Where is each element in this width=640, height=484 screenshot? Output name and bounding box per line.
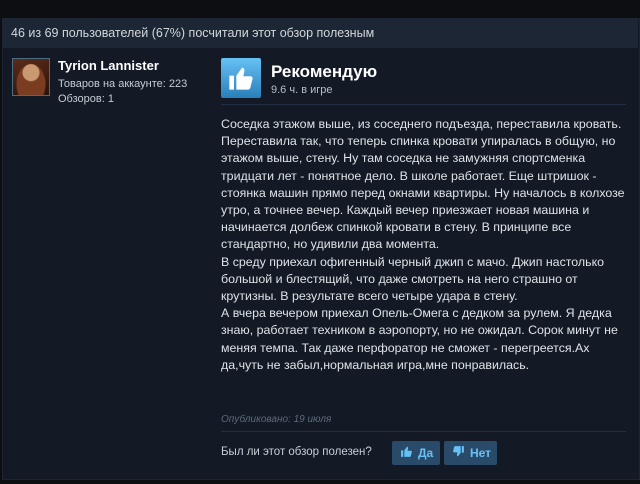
vote-no-label: Нет xyxy=(470,446,492,460)
review-text: Соседка этажом выше, из соседнего подъез… xyxy=(221,117,625,372)
author-products-count: Товаров на аккаунте: 223 xyxy=(58,78,188,90)
helpful-summary: 46 из 69 пользователей (67%) посчитали э… xyxy=(2,18,638,48)
author-name[interactable]: Tyrion Lannister xyxy=(58,58,159,73)
posted-date: Опубликовано: 19 июля xyxy=(221,414,332,425)
helpful-question: Был ли этот обзор полезен? xyxy=(221,446,372,458)
vote-yes-label: Да xyxy=(418,446,434,460)
vote-yes-button[interactable]: Да xyxy=(392,441,440,465)
thumbs-up-icon xyxy=(400,445,413,461)
vote-no-button[interactable]: Нет xyxy=(444,441,497,465)
divider xyxy=(221,431,626,432)
recommend-thumbs-up-icon xyxy=(221,58,261,98)
hours-played: 9.6 ч. в игре xyxy=(271,84,333,96)
thumbs-down-icon xyxy=(452,445,465,461)
review-verdict: Рекомендую xyxy=(271,62,378,81)
divider xyxy=(221,104,626,105)
avatar[interactable] xyxy=(12,58,50,96)
author-reviews-count: Обзоров: 1 xyxy=(58,93,114,105)
